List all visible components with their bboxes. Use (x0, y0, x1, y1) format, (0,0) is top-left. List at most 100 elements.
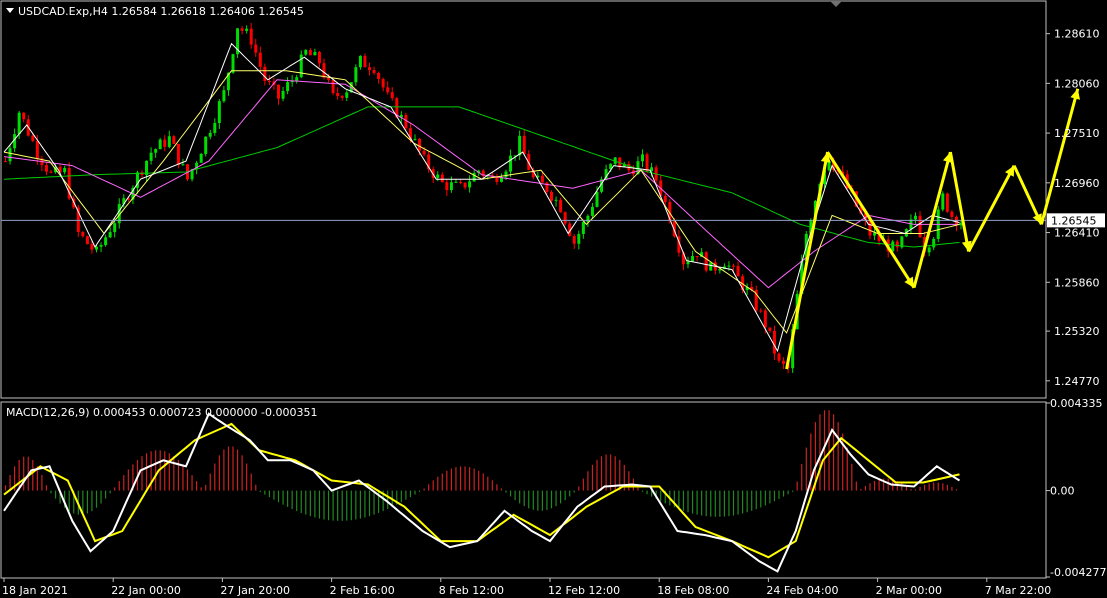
bear-candle (31, 135, 35, 142)
time-tick-label: 7 Mar 22:00 (985, 584, 1051, 597)
bear-candle (267, 80, 271, 82)
bear-candle (317, 52, 321, 64)
bull-candle (358, 55, 362, 68)
bear-candle (645, 154, 649, 172)
price-tick-label: 1.28610 (1054, 28, 1100, 41)
bear-candle (308, 50, 312, 56)
bear-candle (240, 28, 244, 31)
trading-chart[interactable]: 1.28610 1.28060 1.27510 1.26960 1.26410 1.258… (0, 0, 1107, 598)
bear-candle (572, 236, 576, 244)
bull-candle (286, 82, 290, 92)
bull-candle (709, 262, 713, 271)
time-tick-label: 12 Feb 12:00 (548, 584, 620, 597)
bull-candle (686, 261, 690, 265)
bull-candle (204, 136, 208, 154)
bear-candle (368, 67, 371, 71)
time-tick-label: 22 Jan 00:00 (111, 584, 181, 597)
macd-tick-label: 0.00 (1050, 485, 1075, 498)
bull-candle (468, 181, 472, 188)
bull-candle (295, 77, 299, 81)
bear-candle (732, 265, 735, 267)
bear-candle (495, 176, 499, 182)
bear-candle (895, 241, 899, 248)
bear-candle (35, 141, 39, 159)
bull-candle (581, 221, 585, 235)
bull-candle (213, 123, 217, 133)
time-tick-label: 18 Jan 2021 (2, 584, 68, 597)
bull-candle (449, 182, 453, 191)
bull-candle (914, 215, 917, 220)
bear-candle (768, 327, 772, 331)
bear-candle (463, 182, 467, 188)
bull-candle (873, 232, 877, 236)
bull-candle (181, 164, 185, 166)
bear-candle (772, 330, 776, 354)
bear-candle (81, 231, 85, 237)
bear-candle (763, 310, 767, 328)
bull-candle (518, 135, 522, 156)
bear-candle (550, 191, 553, 201)
time-tick-label: 27 Jan 20:00 (220, 584, 290, 597)
bear-candle (559, 199, 563, 213)
bull-candle (158, 139, 162, 150)
macd-tick-label: -0.004277 (1050, 566, 1106, 579)
bull-candle (245, 28, 249, 31)
bull-candle (891, 241, 895, 252)
bull-candle (586, 215, 590, 222)
bear-candle (44, 165, 48, 172)
bull-candle (345, 92, 349, 98)
bear-candle (258, 52, 262, 67)
bull-candle (577, 234, 581, 244)
bull-candle (199, 153, 203, 163)
bear-candle (176, 143, 180, 165)
bear-candle (263, 66, 267, 81)
bear-candle (327, 77, 331, 80)
symbol-ohlc-header: USDCAD.Exp,H4 1.26584 1.26618 1.26406 1.… (18, 5, 304, 18)
bull-candle (208, 132, 212, 137)
bear-candle (372, 70, 376, 74)
bear-candle (782, 360, 786, 364)
bear-candle (736, 266, 740, 277)
time-tick-label: 24 Feb 04:00 (766, 584, 838, 597)
bear-candle (445, 182, 449, 191)
bear-candle (440, 174, 444, 183)
price-tick-label: 1.27510 (1054, 127, 1100, 140)
bear-candle (254, 44, 258, 53)
bear-candle (950, 211, 954, 217)
bear-candle (459, 181, 462, 183)
bear-candle (418, 138, 422, 151)
bear-candle (322, 63, 326, 78)
macd-tick-label: 0.004335 (1050, 397, 1103, 410)
time-tick-label: 2 Mar 00:00 (876, 584, 942, 597)
price-tick-label: 1.26960 (1054, 177, 1100, 190)
bear-candle (4, 161, 7, 163)
bear-candle (386, 87, 390, 93)
bear-candle (759, 310, 763, 312)
bull-candle (932, 238, 936, 248)
bull-candle (727, 265, 731, 267)
bull-candle (63, 168, 67, 173)
bear-candle (363, 55, 367, 68)
bull-candle (641, 154, 644, 162)
bear-candle (249, 28, 253, 45)
bear-candle (777, 353, 781, 361)
bear-candle (663, 196, 667, 203)
bull-candle (313, 52, 317, 56)
price-tick-label: 1.28060 (1054, 77, 1100, 90)
bull-candle (509, 155, 513, 172)
bull-candle (595, 191, 599, 207)
bear-candle (49, 171, 53, 173)
bear-candle (377, 73, 381, 79)
bull-candle (413, 138, 417, 140)
price-tick-label: 1.25860 (1054, 276, 1100, 289)
bull-candle (927, 247, 931, 253)
bear-candle (90, 244, 94, 250)
bear-candle (390, 92, 394, 99)
bull-candle (941, 193, 945, 210)
bear-candle (277, 84, 280, 99)
bull-candle (104, 237, 108, 246)
bear-candle (704, 252, 708, 271)
bull-candle (17, 112, 21, 135)
chart-background (0, 0, 1107, 598)
bear-candle (540, 175, 544, 183)
